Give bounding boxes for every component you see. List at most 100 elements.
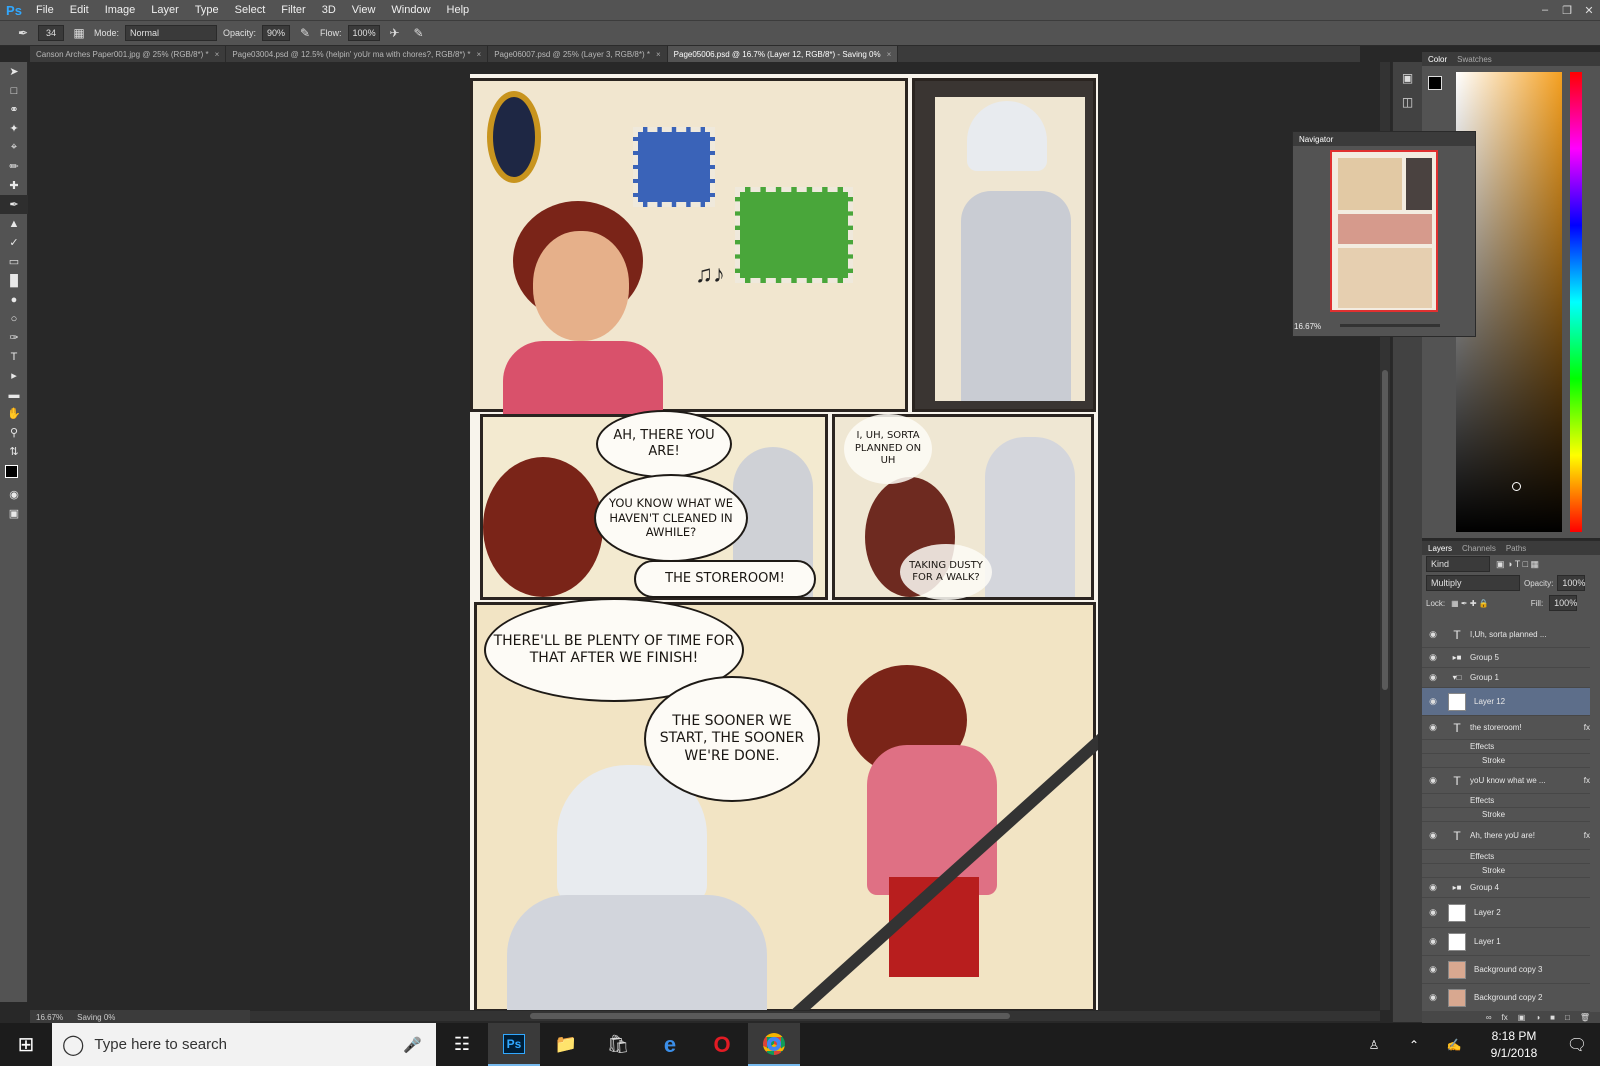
pressure-size-icon[interactable]: ✎ — [410, 24, 428, 42]
layer-row-selected[interactable]: ◉ Layer 12 — [1422, 688, 1590, 716]
clone-stamp-icon[interactable]: ▲ — [0, 214, 28, 233]
lasso-tool-icon[interactable]: ⚭ — [0, 100, 28, 119]
brush-tool-preset-icon[interactable]: ✒ — [14, 24, 32, 42]
layer-row[interactable]: ◉ ▾□ Group 1 — [1422, 668, 1590, 688]
eye-icon[interactable]: ◉ — [1422, 629, 1444, 640]
effects-row[interactable]: Effects — [1422, 794, 1590, 808]
navigator-zoom[interactable]: 16.67% — [1294, 322, 1321, 331]
taskbar-search[interactable]: ◯ Type here to search 🎤 — [52, 1023, 436, 1066]
menu-filter[interactable]: Filter — [273, 4, 313, 16]
layer-row[interactable]: ◉ Background copy 3 — [1422, 956, 1590, 984]
add-mask-icon[interactable]: ▣ — [1518, 1013, 1526, 1022]
tab-channels[interactable]: Channels — [1462, 544, 1496, 553]
menu-3d[interactable]: 3D — [314, 4, 344, 16]
foreground-color-swatch[interactable] — [1428, 76, 1442, 90]
type-tool-icon[interactable]: T — [0, 347, 28, 366]
blend-mode-select[interactable]: Multiply — [1426, 575, 1520, 591]
effect-stroke-row[interactable]: Stroke — [1422, 864, 1590, 878]
action-center-icon[interactable]: 🗨 — [1554, 1035, 1600, 1055]
zoom-level[interactable]: 16.67% — [36, 1013, 63, 1022]
rectangle-tool-icon[interactable]: ▬ — [0, 385, 28, 404]
adjustment-layer-icon[interactable]: ◑ — [1535, 1013, 1540, 1022]
move-tool-icon[interactable]: ➤ — [0, 62, 28, 81]
fx-icon[interactable]: fx — [1502, 1013, 1508, 1022]
fx-icon[interactable]: fx — [1584, 831, 1590, 840]
restore-icon[interactable]: ❐ — [1556, 0, 1578, 20]
layer-row[interactable]: ◉ Tthe storeroom! fx — [1422, 716, 1590, 740]
eye-icon[interactable]: ◉ — [1422, 722, 1444, 733]
close-icon[interactable]: × — [656, 50, 661, 59]
tab-document[interactable]: Canson Arches Paper001.jpg @ 25% (RGB/8*… — [30, 46, 227, 62]
eye-icon[interactable]: ◉ — [1422, 907, 1444, 918]
info-panel-icon[interactable]: ◫ — [1393, 90, 1422, 114]
close-icon[interactable]: × — [215, 50, 220, 59]
link-layers-icon[interactable]: ∞ — [1486, 1013, 1492, 1022]
tab-color[interactable]: Color — [1428, 55, 1447, 64]
screen-mode-icon[interactable]: ▣ — [0, 504, 28, 523]
eye-icon[interactable]: ◉ — [1422, 882, 1444, 893]
eye-icon[interactable]: ◉ — [1422, 775, 1444, 786]
file-explorer-icon[interactable]: 📁 — [540, 1023, 592, 1066]
close-icon[interactable]: ✕ — [1578, 0, 1600, 20]
layer-opacity-input[interactable]: 100% — [1557, 575, 1585, 591]
layer-fill-input[interactable]: 100% — [1549, 595, 1577, 611]
navigator-panel-icon[interactable]: ▣ — [1393, 66, 1422, 90]
brush-tool-icon[interactable]: ✒ — [0, 195, 28, 214]
people-icon[interactable]: ♙ — [1354, 1038, 1394, 1052]
marquee-tool-icon[interactable]: □ — [0, 81, 28, 100]
quick-mask-icon[interactable]: ◉ — [0, 485, 28, 504]
tab-document-active[interactable]: Page05006.psd @ 16.7% (Layer 12, RGB/8*)… — [667, 46, 899, 62]
chrome-icon[interactable] — [748, 1023, 800, 1066]
dodge-tool-icon[interactable]: ○ — [0, 309, 28, 328]
menu-select[interactable]: Select — [227, 4, 274, 16]
effects-row[interactable]: Effects — [1422, 850, 1590, 864]
brush-size-picker[interactable]: 34 — [38, 25, 64, 41]
menu-file[interactable]: File — [28, 4, 62, 16]
opera-icon[interactable]: O — [696, 1023, 748, 1066]
effect-stroke-row[interactable]: Stroke — [1422, 754, 1590, 768]
eye-icon[interactable]: ◉ — [1422, 830, 1444, 841]
swap-colors-icon[interactable]: ⇅ — [0, 442, 28, 461]
color-swatches[interactable] — [0, 461, 28, 485]
menu-view[interactable]: View — [344, 4, 384, 16]
mode-select[interactable]: Normal — [125, 25, 218, 41]
crop-tool-icon[interactable]: ⌖ — [0, 138, 28, 157]
color-picker-cursor[interactable] — [1512, 482, 1521, 491]
task-view-icon[interactable]: ☷ — [436, 1023, 488, 1066]
gradient-tool-icon[interactable]: █ — [0, 271, 28, 290]
opacity-input[interactable]: 90% — [262, 25, 291, 41]
history-brush-icon[interactable]: ✓ — [0, 233, 28, 252]
navigator-preview[interactable] — [1330, 150, 1438, 312]
navigator-zoom-slider[interactable] — [1340, 324, 1440, 327]
edge-icon[interactable]: e — [644, 1023, 696, 1066]
layer-row[interactable]: ◉ Layer 2 — [1422, 898, 1590, 928]
menu-edit[interactable]: Edit — [62, 4, 97, 16]
eye-icon[interactable]: ◉ — [1422, 696, 1444, 707]
eraser-icon[interactable]: ▭ — [0, 252, 28, 271]
path-selection-icon[interactable]: ▸ — [0, 366, 28, 385]
layer-row[interactable]: ◉ ▸■ Group 4 — [1422, 878, 1590, 898]
document-canvas[interactable]: ♫♪ AH, THERE YOU ARE! YOU KNOW WHAT WE H… — [470, 74, 1098, 1010]
close-icon[interactable]: × — [477, 50, 482, 59]
pen-workspace-icon[interactable]: ✍ — [1434, 1038, 1474, 1052]
eye-icon[interactable]: ◉ — [1422, 964, 1444, 975]
minimize-icon[interactable]: – — [1534, 0, 1556, 20]
menu-type[interactable]: Type — [187, 4, 227, 16]
pen-tool-icon[interactable]: ✑ — [0, 328, 28, 347]
layer-row[interactable]: ◉ T I,Uh, sorta planned ... — [1422, 622, 1590, 648]
menu-layer[interactable]: Layer — [143, 4, 187, 16]
filter-icons[interactable]: ▣ ◑ T □ ▦ — [1496, 559, 1539, 570]
photoshop-taskbar-icon[interactable]: Ps — [488, 1023, 540, 1066]
chevron-up-icon[interactable]: ⌃ — [1394, 1038, 1434, 1052]
eye-icon[interactable]: ◉ — [1422, 672, 1444, 683]
fx-icon[interactable]: fx — [1584, 723, 1590, 732]
effect-stroke-row[interactable]: Stroke — [1422, 808, 1590, 822]
microphone-icon[interactable]: 🎤 — [403, 1036, 436, 1054]
layer-row[interactable]: ◉ TyoU know what we ... fx — [1422, 768, 1590, 794]
hue-slider[interactable] — [1570, 72, 1582, 532]
menu-help[interactable]: Help — [439, 4, 478, 16]
tab-layers[interactable]: Layers — [1428, 544, 1452, 553]
tab-document[interactable]: Page03004.psd @ 12.5% (helpin' yoUr ma w… — [226, 46, 489, 62]
fx-icon[interactable]: fx — [1584, 776, 1590, 785]
clock[interactable]: 8:18 PM 9/1/2018 — [1474, 1028, 1554, 1062]
